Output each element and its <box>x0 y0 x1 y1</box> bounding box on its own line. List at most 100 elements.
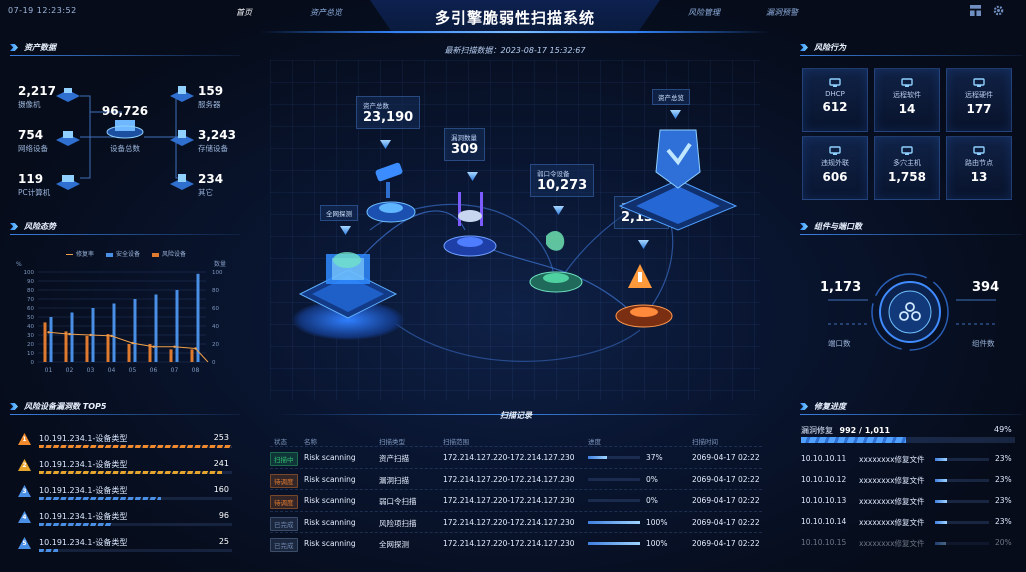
table-row[interactable]: 待调度 Risk scanning 弱口令扫描 172.214.127.220-172… <box>270 489 762 511</box>
repair-ip: 10.10.10.12 <box>801 475 847 484</box>
nav-home[interactable]: 首页 <box>236 7 252 18</box>
status-badge: 待调度 <box>270 473 298 488</box>
x-tick-label: 05 <box>129 367 137 374</box>
scan-type: 弱口令扫描 <box>379 497 417 507</box>
bar-safe-device <box>175 290 179 362</box>
top5-row[interactable]: 3 10.191.234.1-设备类型 160 <box>16 485 232 507</box>
repair-file: xxxxxxxx修复文件 <box>859 455 925 464</box>
title-underline <box>260 31 770 33</box>
repair-file: xxxxxxxx修复文件 <box>859 497 925 506</box>
nav-assets[interactable]: 资产总览 <box>310 7 342 18</box>
x-tick-label: 08 <box>192 367 200 374</box>
repair-percent: 23% <box>995 517 1012 526</box>
y2-tick-label: 80 <box>212 288 219 294</box>
status-badge: 已完成 <box>270 538 298 553</box>
risk-behavior-card[interactable]: 远程硬件 177 <box>946 68 1012 132</box>
task-name: Risk scanning <box>304 517 356 527</box>
repair-row[interactable]: 10.10.10.13 xxxxxxxx修复文件 23% <box>801 493 1015 513</box>
top5-row[interactable]: 2 10.191.234.1-设备类型 241 <box>16 459 232 481</box>
repair-summary-percent: 49% <box>994 425 1012 434</box>
risk-behavior-card[interactable]: 远程软件 14 <box>874 68 940 132</box>
asset-network: 754 网络设备 <box>18 128 48 153</box>
rank-warning-icon: 5 <box>18 537 31 549</box>
scan-range: 172.214.127.220-172.214.127.230 <box>443 496 575 506</box>
remote-hardware-icon <box>973 78 985 87</box>
node-asset-total[interactable]: 资产总数 23,190 <box>356 96 421 129</box>
y2-tick-label: 60 <box>212 306 219 312</box>
layout-icon[interactable] <box>970 5 981 16</box>
legend-risk-device: 风险设备 <box>152 249 186 258</box>
task-name: Risk scanning <box>304 453 356 462</box>
y-tick-label: 20 <box>27 342 34 348</box>
table-row[interactable]: 已完成 Risk scanning 风险项扫描 172.214.127.220-172… <box>270 510 762 533</box>
risk-behavior-card[interactable]: 路由节点 13 <box>946 136 1012 200</box>
table-row[interactable]: 待调度 Risk scanning 漏洞扫描 172.214.127.220-172.… <box>270 467 762 490</box>
y-tick-label: 50 <box>27 315 34 321</box>
rank-warning-icon: 4 <box>18 511 31 523</box>
table-row[interactable]: 已完成 Risk scanning 全网探测 172.214.127.220-172.… <box>270 532 762 554</box>
risk-behavior-card[interactable]: 多穴主机 1,758 <box>874 136 940 200</box>
scan-range: 172.214.127.220-172.214.127.230 <box>443 517 575 527</box>
task-name: Risk scanning <box>304 496 356 506</box>
status-badge: 待调度 <box>270 495 298 510</box>
point-repair-rate <box>47 331 50 334</box>
repair-row[interactable]: 10.10.10.11 xxxxxxxx修复文件 23% <box>801 451 1015 471</box>
nav-vuln-warning[interactable]: 漏洞预警 <box>766 7 798 18</box>
repair-summary: 漏洞修复 992 / 1,011 <box>801 426 891 435</box>
scan-range: 172.214.127.220-172.214.127.230 <box>443 539 575 549</box>
storage-icon <box>170 130 194 146</box>
top5-heading: 风险设备漏洞数 TOP5 <box>2 399 240 415</box>
nav-risk[interactable]: 风险管理 <box>688 7 720 18</box>
top5-row[interactable]: 1 10.191.234.1-设备类型 253 <box>16 433 232 455</box>
tag-network-probe[interactable]: 全网探测 <box>320 205 358 221</box>
node-weak-password[interactable]: 弱口令设备 10,273 <box>530 164 595 197</box>
risk-behavior-card[interactable]: 违规外联 606 <box>802 136 868 200</box>
camera-icon <box>56 88 80 102</box>
table-header: 状态 名称 扫描类型 扫描范围 进度 扫描时间 <box>274 438 718 446</box>
task-name: Risk scanning <box>304 539 356 549</box>
bug-node-icon <box>443 192 497 257</box>
gear-icon[interactable] <box>993 5 1004 16</box>
weak-password-node-icon <box>529 230 583 293</box>
repair-bar <box>935 458 989 461</box>
latest-scan-time: 最新扫描数据：2023-08-17 15:32:67 <box>444 46 586 55</box>
vuln-count: 253 <box>213 433 229 442</box>
node-vulnerability-count[interactable]: 漏洞数量 309 <box>444 128 486 161</box>
page-title: 多引擎脆弱性扫描系统 <box>434 9 595 27</box>
component-hub-icon <box>899 302 921 321</box>
tag-asset-overview[interactable]: 资产总览 <box>652 89 690 105</box>
x-tick-label: 02 <box>66 367 74 374</box>
server-icon <box>170 86 194 102</box>
table-row[interactable]: 扫描中 Risk scanning 资产扫描 172.214.127.220-172.… <box>270 446 762 468</box>
scan-time: 2069-04-17 02:22 <box>692 517 760 527</box>
progress-text: 0% <box>646 496 658 506</box>
point-repair-rate <box>110 334 113 338</box>
top5-row[interactable]: 4 10.191.234.1-设备类型 96 <box>16 511 232 533</box>
repair-row[interactable]: 10.10.10.12 xxxxxxxx修复文件 23% <box>801 472 1015 492</box>
repair-row[interactable]: 10.10.10.14 xxxxxxxx修复文件 23% <box>801 514 1015 534</box>
risk-trend-heading: 风险态势 <box>2 219 240 235</box>
bar-safe-device <box>196 273 200 362</box>
rank-warning-icon: 2 <box>18 459 31 471</box>
repair-file: xxxxxxxx修复文件 <box>859 539 925 548</box>
repair-ip: 10.10.10.13 <box>801 496 847 505</box>
x-tick-label: 01 <box>45 367 53 374</box>
y-tick-label: 80 <box>27 288 34 294</box>
scan-time: 2069-04-17 02:22 <box>692 496 760 506</box>
multi-host-icon <box>901 146 913 155</box>
scan-range: 172.214.127.220-172.214.127.230 <box>443 474 575 484</box>
risk-behavior-card[interactable]: DHCP 612 <box>802 68 868 132</box>
bar-risk-device <box>169 349 173 362</box>
top5-row[interactable]: 5 10.191.234.1-设备类型 25 <box>16 537 232 559</box>
risk-trend-chart: % 数量100908070605040302010010080604020001 0… <box>16 260 226 374</box>
bar-safe-device <box>154 294 158 362</box>
bar-risk-device <box>190 349 194 362</box>
repair-summary-bar <box>801 437 1015 443</box>
scan-engine-logo-icon <box>333 252 361 268</box>
bar-risk-device <box>106 334 110 362</box>
repair-row[interactable]: 10.10.10.15 xxxxxxxx修复文件 20% <box>801 535 1015 555</box>
repair-ip: 10.10.10.14 <box>801 517 847 526</box>
device-name: 10.191.234.1-设备类型 <box>39 460 128 469</box>
y-tick-label: 70 <box>27 297 34 303</box>
progress-bar <box>588 477 640 481</box>
